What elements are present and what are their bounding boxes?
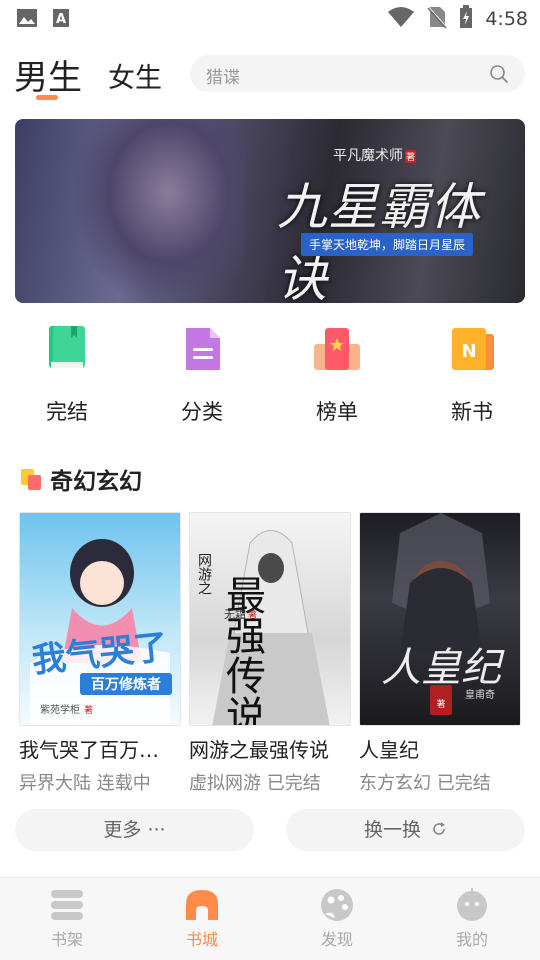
book-green-icon <box>41 322 93 374</box>
banner-author: 平凡魔术师著 <box>333 145 417 165</box>
nav-profile[interactable]: 我的 <box>422 888 522 950</box>
section-icon <box>20 467 44 491</box>
nav-bookstore[interactable]: 书城 <box>152 888 252 950</box>
new-book-orange-icon: N <box>446 322 498 374</box>
book-card[interactable]: 人皇纪 著 皇甫奇 人皇纪 东方玄幻 已完结 <box>359 512 524 795</box>
book-status: 连载中 <box>96 773 151 794</box>
book-cover-author-badge: 著 <box>248 609 257 621</box>
bookshelf-icon <box>49 888 85 922</box>
text-a-icon: A <box>52 8 70 32</box>
refresh-icon <box>431 810 447 852</box>
book-cover-prefix: 网游之 <box>196 553 212 596</box>
book-meta: 虚拟网游 已完结 <box>189 769 354 795</box>
book-meta: 东方玄幻 已完结 <box>359 769 524 795</box>
book-card[interactable]: 我气哭了 百万修炼者 紫苑学柜 著 我气哭了百万… 异界大陆 连载中 <box>19 512 184 795</box>
category-classify[interactable]: 分类 <box>152 322 252 426</box>
section-title: 奇幻玄幻 <box>50 469 142 495</box>
search-input[interactable]: 猎谍 <box>190 55 525 92</box>
refresh-button-label: 换一换 <box>363 819 421 841</box>
book-title[interactable]: 人皇纪 <box>359 734 524 763</box>
book-genre: 虚拟网游 <box>189 773 261 794</box>
book-card[interactable]: 网游之 最强传说 无霜 著 网游之最强传说 虚拟网游 已完结 <box>189 512 354 795</box>
nav-label: 我的 <box>455 930 488 949</box>
category-row: 完结 分类 榜单 N 新书 <box>0 322 540 432</box>
ranking-red-icon <box>311 322 363 374</box>
book-cover-title: 人皇纪 <box>381 645 505 691</box>
status-bar: A 4:58 <box>0 0 540 36</box>
book-cover[interactable]: 我气哭了 百万修炼者 紫苑学柜 著 <box>19 512 181 726</box>
battery-charging-icon <box>459 5 473 33</box>
nav-bookshelf[interactable]: 书架 <box>17 888 117 950</box>
nav-discover[interactable]: 发现 <box>287 888 387 950</box>
document-purple-icon <box>176 322 228 374</box>
banner-author-badge: 著 <box>405 149 417 163</box>
book-cover-author-badge: 著 <box>436 698 445 710</box>
book-status: 已完结 <box>266 773 321 794</box>
book-title[interactable]: 网游之最强传说 <box>189 734 354 763</box>
nav-label: 书城 <box>185 930 218 949</box>
nav-label: 发现 <box>320 930 353 949</box>
bottom-nav: 书架 书城 发现 我的 <box>0 877 540 960</box>
book-cover-author: 皇甫奇 <box>465 688 495 701</box>
tab-female[interactable]: 女生 <box>108 56 162 95</box>
banner-subtitle: 手掌天地乾坤，脚踏日月星辰 <box>301 233 474 256</box>
image-icon <box>16 8 38 32</box>
nav-label: 书架 <box>50 930 83 949</box>
book-cover-subtitle: 百万修炼者 <box>91 676 161 693</box>
book-cover[interactable]: 网游之 最强传说 无霜 著 <box>189 512 351 726</box>
book-cover[interactable]: 人皇纪 著 皇甫奇 <box>359 512 521 726</box>
wifi-icon <box>387 6 415 32</box>
search-icon[interactable] <box>489 64 509 88</box>
book-genre: 东方玄幻 <box>359 773 431 794</box>
profile-icon <box>454 888 490 922</box>
category-label: 新书 <box>451 400 493 424</box>
book-cover-author: 紫苑学柜 <box>40 703 80 716</box>
tab-active-indicator <box>36 95 58 100</box>
promo-banner[interactable]: 平凡魔术师著 九星霸体诀 手掌天地乾坤，脚踏日月星辰 <box>15 119 525 303</box>
more-button-label: 更多 ··· <box>103 819 166 841</box>
svg-text:A: A <box>56 12 66 27</box>
book-meta: 异界大陆 连载中 <box>19 769 184 795</box>
tab-male[interactable]: 男生 <box>14 50 82 99</box>
category-label: 榜单 <box>316 400 358 424</box>
category-label: 分类 <box>181 400 223 424</box>
book-genre: 异界大陆 <box>19 773 91 794</box>
book-cover-author: 无霜 <box>224 608 246 621</box>
book-status: 已完结 <box>436 773 491 794</box>
bookstore-icon <box>184 888 220 922</box>
category-label: 完结 <box>46 400 88 424</box>
no-sim-icon <box>427 5 448 33</box>
book-cover-title: 最强传说 <box>219 575 266 726</box>
refresh-button[interactable]: 换一换 <box>286 809 525 851</box>
book-cover-author-badge: 著 <box>84 704 93 716</box>
svg-text:N: N <box>461 341 476 362</box>
banner-author-name: 平凡魔术师 <box>333 148 403 164</box>
book-title[interactable]: 我气哭了百万… <box>19 734 184 763</box>
discover-icon <box>319 888 355 922</box>
status-time: 4:58 <box>485 8 528 30</box>
search-placeholder: 猎谍 <box>206 68 240 88</box>
more-button[interactable]: 更多 ··· <box>15 809 254 851</box>
category-newbook[interactable]: N 新书 <box>422 322 522 426</box>
banner-illustration <box>75 119 245 303</box>
category-completed[interactable]: 完结 <box>17 322 117 426</box>
category-ranking[interactable]: 榜单 <box>287 322 387 426</box>
